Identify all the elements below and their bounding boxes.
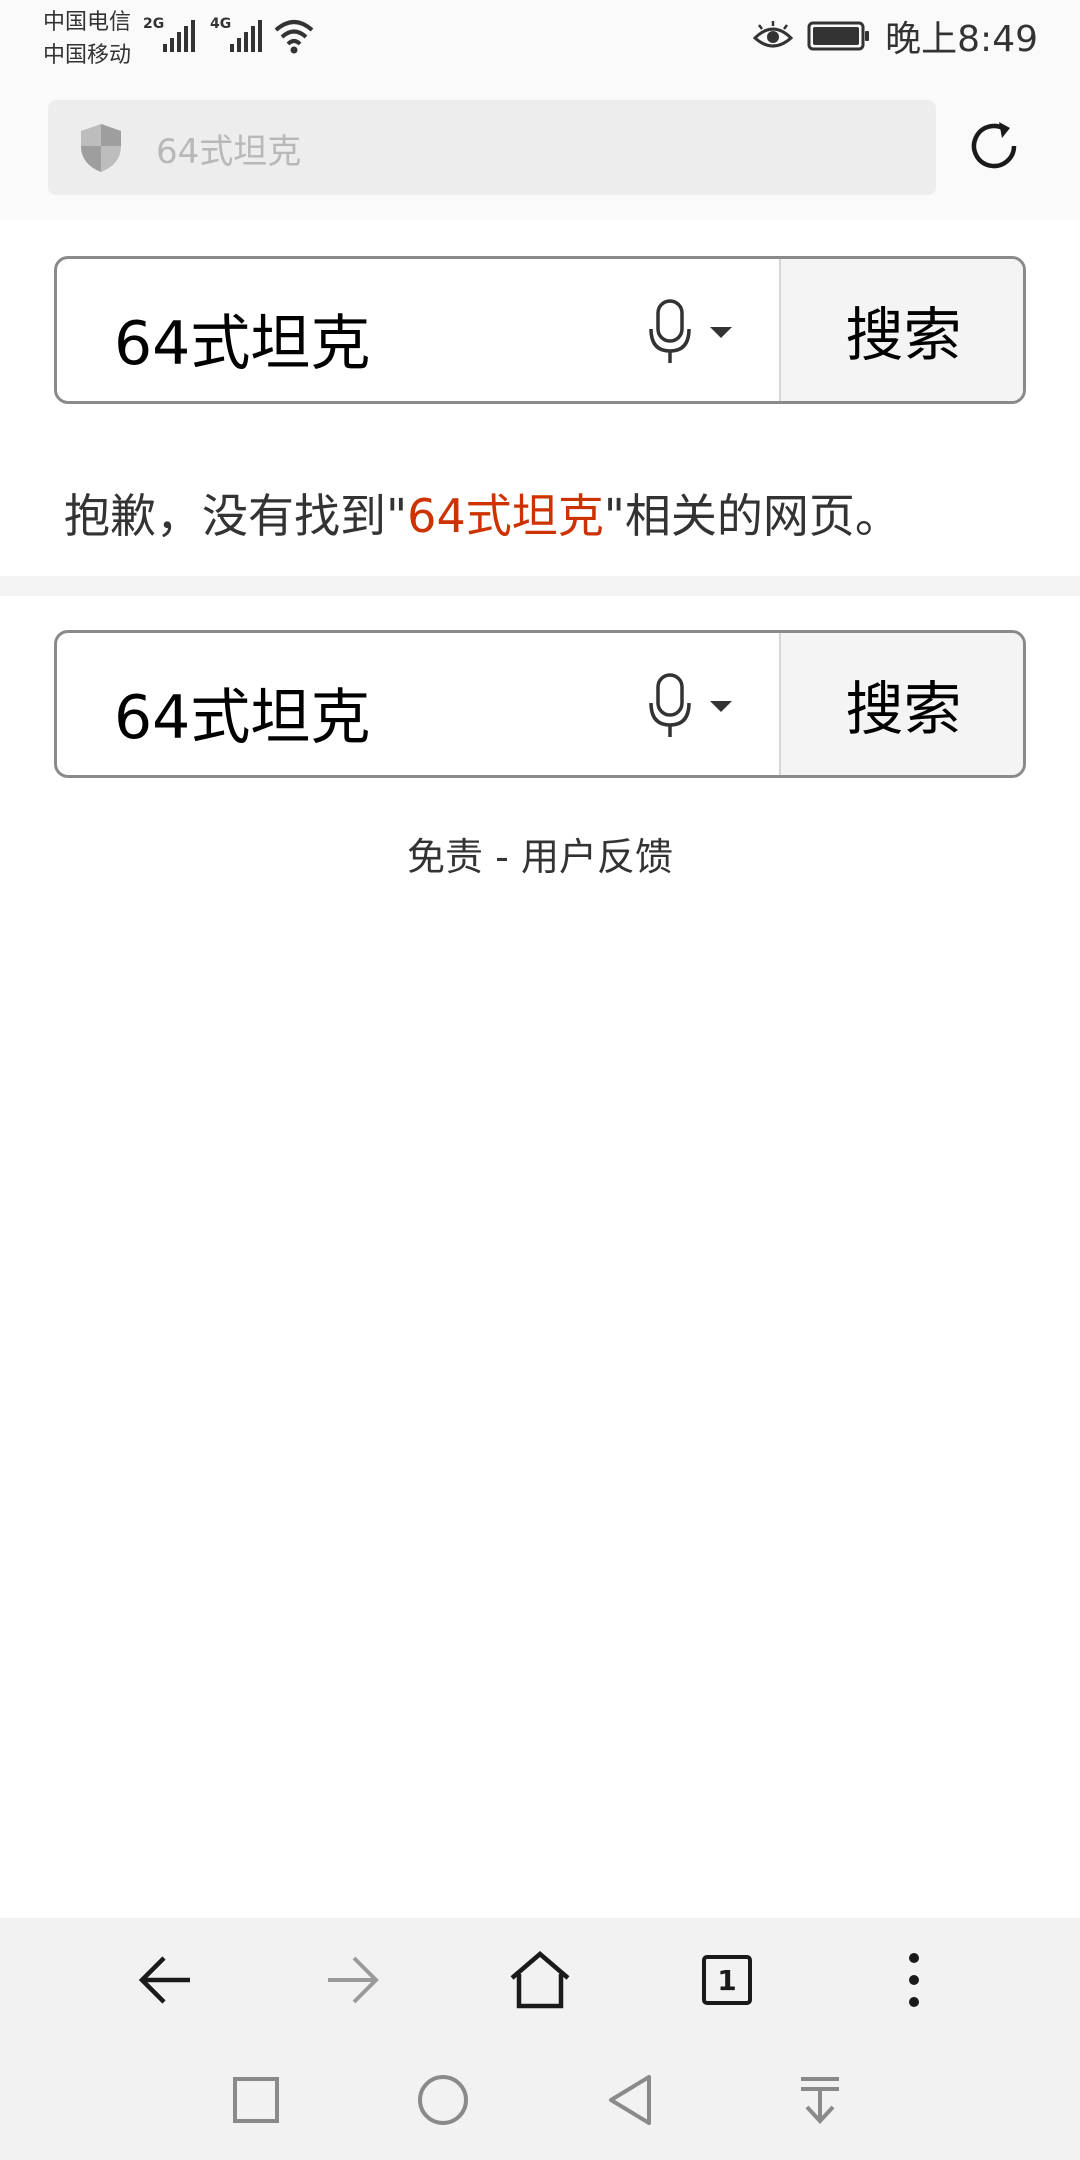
carrier-1: 中国电信 [43, 10, 132, 35]
system-nav-bar [0, 2040, 1080, 2160]
forward-button[interactable] [320, 1948, 384, 2012]
disclaimer-link[interactable]: 免责 [407, 835, 483, 879]
back-nav-button[interactable] [600, 2070, 660, 2130]
search-input-bottom[interactable]: 64式坦克 [114, 669, 370, 756]
footer-separator: - [495, 835, 509, 879]
home-button[interactable] [508, 1948, 572, 2012]
search-button-top[interactable]: 搜索 [779, 259, 1023, 401]
section-divider [0, 576, 1080, 596]
pull-down-icon [801, 2077, 839, 2124]
arrow-left-icon [138, 1956, 190, 2004]
status-right: 晚上8:49 [753, 10, 1038, 62]
menu-button[interactable] [882, 1948, 946, 2012]
microphone-icon[interactable] [647, 299, 693, 367]
address-bar[interactable]: 64式坦克 [48, 100, 936, 195]
circle-icon [418, 2075, 468, 2125]
footer-links: 免责 - 用户反馈 [0, 826, 1080, 881]
feedback-link[interactable]: 用户反馈 [521, 835, 673, 879]
no-result-query: 64式坦克 [407, 489, 604, 543]
clock: 晚上8:49 [885, 19, 1038, 60]
no-result-prefix: 抱歉，没有找到" [64, 489, 408, 543]
carrier-names: 中国电信 中国移动 [43, 6, 131, 72]
search-input-top[interactable]: 64式坦克 [114, 295, 370, 382]
search-box-top: 64式坦克 搜索 [54, 256, 1026, 404]
notification-pulldown-button[interactable] [790, 2070, 850, 2130]
microphone-icon[interactable] [647, 673, 693, 741]
more-vertical-icon [909, 1953, 919, 2007]
home-icon [510, 1951, 570, 2009]
recents-button[interactable] [226, 2070, 286, 2130]
wifi-icon [274, 20, 314, 54]
home-nav-button[interactable] [413, 2070, 473, 2130]
search-button-bottom[interactable]: 搜索 [779, 633, 1023, 775]
square-icon [233, 2077, 279, 2123]
arrow-right-icon [328, 1956, 379, 2004]
browser-toolbar: 1 [0, 1918, 1080, 2040]
tab-count: 1 [702, 1955, 752, 2005]
carrier-2: 中国移动 [43, 43, 132, 68]
triangle-back-icon [609, 2075, 651, 2125]
shield-icon [81, 124, 121, 172]
search-box-bottom: 64式坦克 搜索 [54, 630, 1026, 778]
tabs-button[interactable]: 1 [695, 1948, 759, 2012]
chevron-down-icon[interactable] [710, 327, 732, 338]
address-text: 64式坦克 [156, 132, 302, 172]
eye-comfort-icon [753, 21, 794, 48]
status-bar: 中国电信 中国移动 2G 4G 晚上8:49 [0, 0, 1080, 82]
battery-icon [807, 21, 870, 51]
no-result-suffix: "相关的网页。 [603, 489, 901, 543]
reload-icon[interactable] [964, 116, 1024, 176]
chevron-down-icon[interactable] [710, 701, 732, 712]
browser-address-area: 64式坦克 [0, 82, 1080, 220]
no-result-message: 抱歉，没有找到"64式坦克"相关的网页。 [64, 480, 901, 546]
back-button[interactable] [134, 1948, 198, 2012]
